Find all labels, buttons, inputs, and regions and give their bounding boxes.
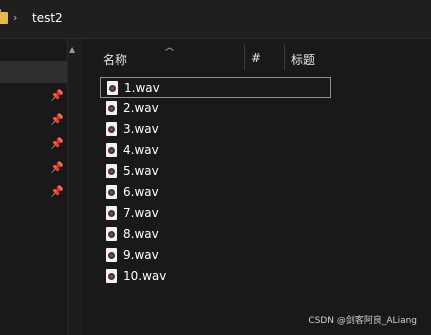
navigation-scrollbar[interactable]: ▲: [67, 39, 81, 335]
file-name: 10.wav: [123, 269, 167, 283]
wav-file-icon: [106, 185, 117, 199]
file-row[interactable]: 4.wav: [100, 140, 330, 161]
file-row[interactable]: 5.wav: [100, 161, 330, 182]
wav-file-icon: [106, 206, 117, 220]
file-row[interactable]: 10.wav: [100, 266, 330, 287]
navigation-pane: 📌 📌 📌 📌 📌: [0, 39, 67, 335]
file-name: 5.wav: [123, 164, 159, 178]
wav-file-icon: [107, 81, 118, 95]
file-row[interactable]: 1.wav: [100, 77, 331, 98]
wav-file-icon: [106, 164, 117, 178]
breadcrumb-chevron-icon[interactable]: ›: [13, 11, 17, 24]
wav-file-icon: [106, 122, 117, 136]
breadcrumb-test2[interactable]: test2: [32, 11, 63, 25]
file-name: 8.wav: [123, 227, 159, 241]
file-row[interactable]: 8.wav: [100, 224, 330, 245]
watermark-text: CSDN @剑客阿良_ALiang: [308, 316, 417, 326]
wav-file-icon: [106, 143, 117, 157]
scroll-up-arrow-icon[interactable]: ▲: [69, 45, 75, 54]
pin-icon[interactable]: 📌: [50, 138, 64, 150]
column-header-number[interactable]: #: [251, 51, 261, 65]
column-header-title[interactable]: 标题: [291, 51, 315, 68]
file-row[interactable]: 3.wav: [100, 119, 330, 140]
file-row[interactable]: 7.wav: [100, 203, 330, 224]
folder-icon: [0, 9, 8, 24]
pin-icon[interactable]: 📌: [50, 162, 64, 174]
file-name: 3.wav: [123, 122, 159, 136]
address-bar[interactable]: › test2: [0, 0, 431, 39]
file-row[interactable]: 9.wav: [100, 245, 330, 266]
file-name: 6.wav: [123, 185, 159, 199]
file-row[interactable]: 2.wav: [100, 98, 330, 119]
file-name: 4.wav: [123, 143, 159, 157]
wav-file-icon: [106, 248, 117, 262]
pin-icon[interactable]: 📌: [50, 186, 64, 198]
file-explorer-window: › test2 📌 📌 📌 📌 📌 ▲ ︿ 名称 # 标题 1.wav 2.wa…: [0, 0, 431, 335]
pin-icon[interactable]: 📌: [50, 90, 64, 102]
file-name: 1.wav: [124, 81, 160, 95]
file-name: 7.wav: [123, 206, 159, 220]
column-divider[interactable]: [284, 44, 285, 70]
wav-file-icon: [106, 101, 117, 115]
sort-ascending-icon: ︿: [165, 43, 175, 53]
column-divider[interactable]: [244, 44, 245, 70]
file-name: 2.wav: [123, 101, 159, 115]
column-header-name[interactable]: 名称: [103, 51, 127, 68]
nav-item-selected[interactable]: [0, 61, 67, 83]
column-header-bar: ︿ 名称 # 标题: [81, 39, 431, 75]
wav-file-icon: [106, 269, 117, 283]
wav-file-icon: [106, 227, 117, 241]
file-row[interactable]: 6.wav: [100, 182, 330, 203]
pin-icon[interactable]: 📌: [50, 114, 64, 126]
file-name: 9.wav: [123, 248, 159, 262]
